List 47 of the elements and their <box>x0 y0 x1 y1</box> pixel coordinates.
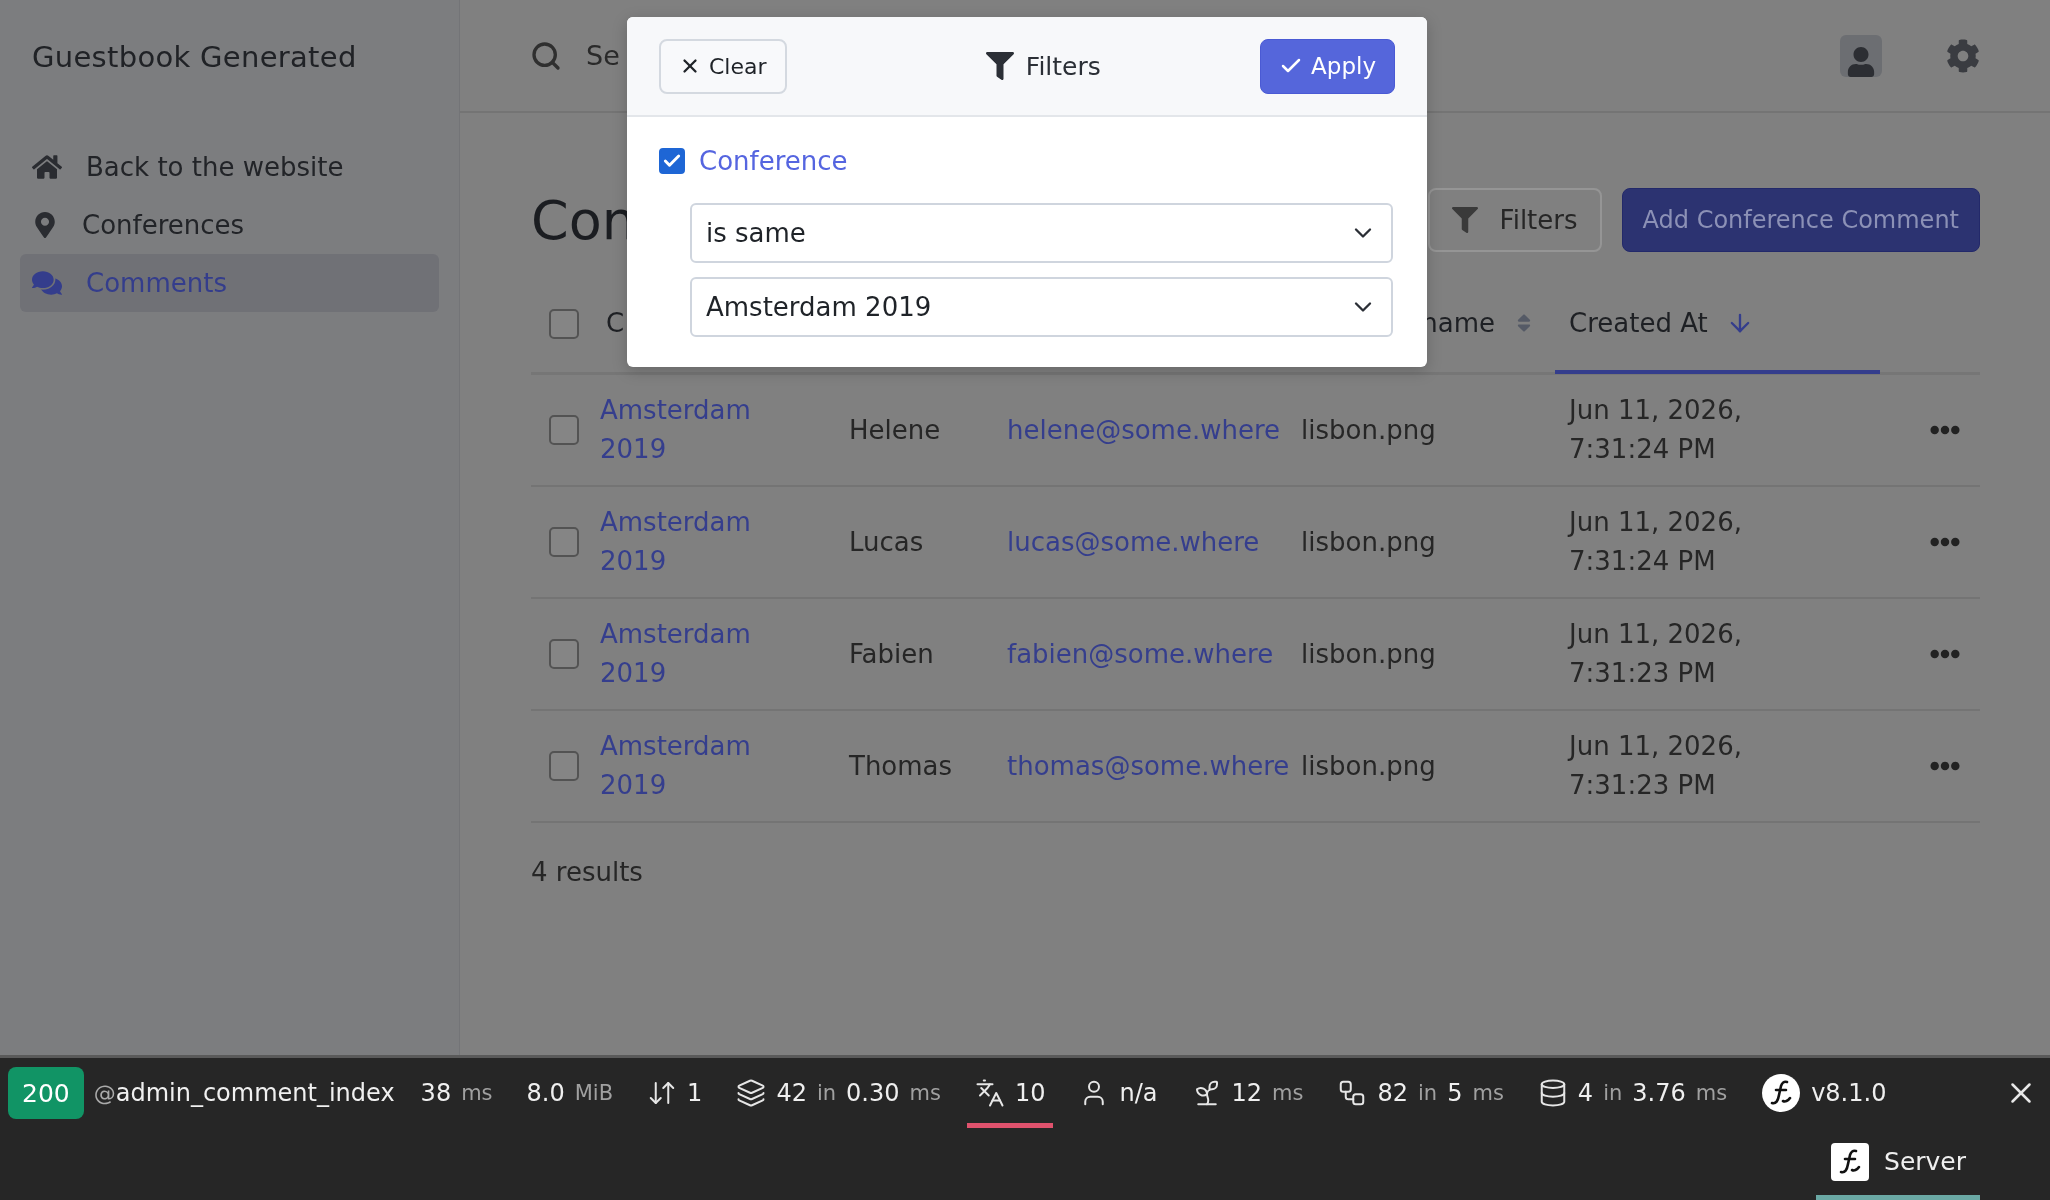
apply-button[interactable]: Apply <box>1260 38 1395 94</box>
email-link[interactable]: thomas@some.where <box>995 746 1293 786</box>
toolbar-item[interactable]: 10 <box>966 1058 1054 1128</box>
conference-link[interactable]: Amsterdam 2019 <box>600 503 780 581</box>
sidebar-item[interactable]: Conferences <box>20 196 439 254</box>
toolbar-item[interactable]: v8.1.0 <box>1753 1058 1895 1128</box>
filters-button[interactable]: Filters <box>1427 188 1602 252</box>
search-field[interactable]: Se <box>586 40 620 71</box>
conference-link[interactable]: Amsterdam 2019 <box>600 727 780 805</box>
toolbar-item[interactable]: 38 ms <box>412 1058 501 1128</box>
toolbar-item[interactable]: 8.0 MiB <box>518 1058 622 1128</box>
date-cell-text: Jun 11, 2026, 7:31:24 PM <box>1566 506 1743 578</box>
toolbar-item[interactable]: 12 ms <box>1183 1058 1312 1128</box>
dialog-title: Filters <box>1025 51 1101 81</box>
toolbar-item[interactable]: 42 in 0.30 ms <box>728 1058 949 1128</box>
add-comment-button[interactable]: Add Conference Comment <box>1621 188 1980 252</box>
author-cell-text: Thomas <box>848 749 954 783</box>
filter-label[interactable]: Conference <box>699 146 848 176</box>
email-link[interactable]: fabien@some.where <box>995 634 1293 674</box>
date-cell-text: Jun 11, 2026, 7:31:24 PM <box>1566 394 1743 466</box>
column-header[interactable]: Created At <box>1555 276 1880 374</box>
photo-cell-text: lisbon.png <box>1300 749 1437 783</box>
author-cell-text: Lucas <box>848 525 925 559</box>
status-code[interactable]: 200 <box>8 1067 84 1119</box>
results-count: 4 results <box>531 857 644 887</box>
toolbar-tab[interactable]: Server <box>1816 1128 1980 1200</box>
email-link[interactable]: lucas@some.where <box>995 522 1293 562</box>
conference-link[interactable]: Amsterdam 2019 <box>600 391 780 469</box>
conference-link[interactable]: Amsterdam 2019 <box>600 615 780 693</box>
photo-cell-text: lisbon.png <box>1300 413 1437 447</box>
clear-button[interactable]: Clear <box>659 38 787 94</box>
date-cell-text: Jun 11, 2026, 7:31:23 PM <box>1566 618 1743 690</box>
author-cell-text: Helene <box>848 413 942 447</box>
app-title: Guestbook Generated <box>31 40 358 74</box>
value-select[interactable]: Amsterdam 2019 <box>690 277 1393 337</box>
photo-cell-text: lisbon.png <box>1300 525 1437 559</box>
date-cell-text: Jun 11, 2026, 7:31:23 PM <box>1566 730 1743 802</box>
route-name[interactable]: @admin_comment_index <box>93 1079 395 1107</box>
operator-select[interactable]: is same <box>690 203 1393 263</box>
toolbar-item[interactable]: 1 <box>639 1058 711 1128</box>
photo-cell-text: lisbon.png <box>1300 637 1437 671</box>
email-link[interactable]: helene@some.where <box>995 410 1293 450</box>
toolbar-item[interactable]: 82 in 5 ms <box>1329 1058 1512 1128</box>
toolbar-item[interactable]: 4 in 3.76 ms <box>1529 1058 1736 1128</box>
author-cell-text: Fabien <box>848 637 935 671</box>
toolbar-item[interactable]: n/a <box>1071 1058 1166 1128</box>
sidebar-item[interactable]: Back to the website <box>20 138 439 196</box>
